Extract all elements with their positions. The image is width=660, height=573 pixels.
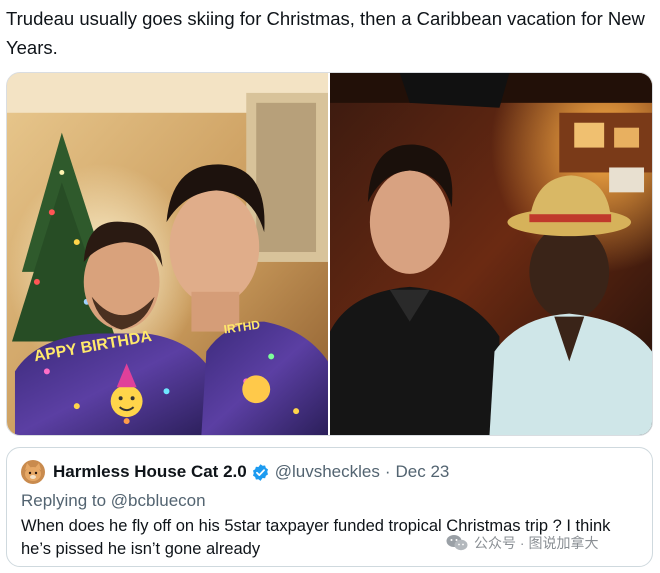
photo-caribbean-night[interactable] — [330, 73, 652, 435]
watermark-text: 公众号 · 图说加拿大 — [474, 535, 599, 551]
photo-birthday-sweaters[interactable]: APPY BIRTHDA IRTHD — [7, 73, 328, 435]
avatar[interactable] — [21, 460, 45, 484]
replying-to: Replying to @bcbluecon — [21, 491, 206, 511]
verified-badge-icon — [251, 463, 270, 482]
cat-avatar-icon — [21, 460, 45, 484]
wechat-icon — [446, 534, 468, 552]
user-handle[interactable]: @luvsheckles — [275, 462, 380, 482]
photo-birthday-sweaters-image: APPY BIRTHDA IRTHD — [7, 73, 328, 435]
separator-dot: · — [384, 462, 391, 481]
display-name[interactable]: Harmless House Cat 2.0 — [53, 462, 247, 482]
replying-to-label: Replying to — [21, 491, 107, 510]
tweet-text: Trudeau usually goes skiing for Christma… — [6, 8, 645, 58]
watermark: 公众号 · 图说加拿大 — [446, 533, 598, 553]
photo-caribbean-night-image — [330, 73, 652, 435]
quoted-tweet-header: Harmless House Cat 2.0 @luvsheckles · De… — [21, 458, 449, 486]
replying-to-handle[interactable]: @bcbluecon — [111, 491, 206, 510]
tweet-date[interactable]: Dec 23 — [396, 462, 450, 482]
tweet-media-grid[interactable]: APPY BIRTHDA IRTHD — [6, 72, 653, 436]
